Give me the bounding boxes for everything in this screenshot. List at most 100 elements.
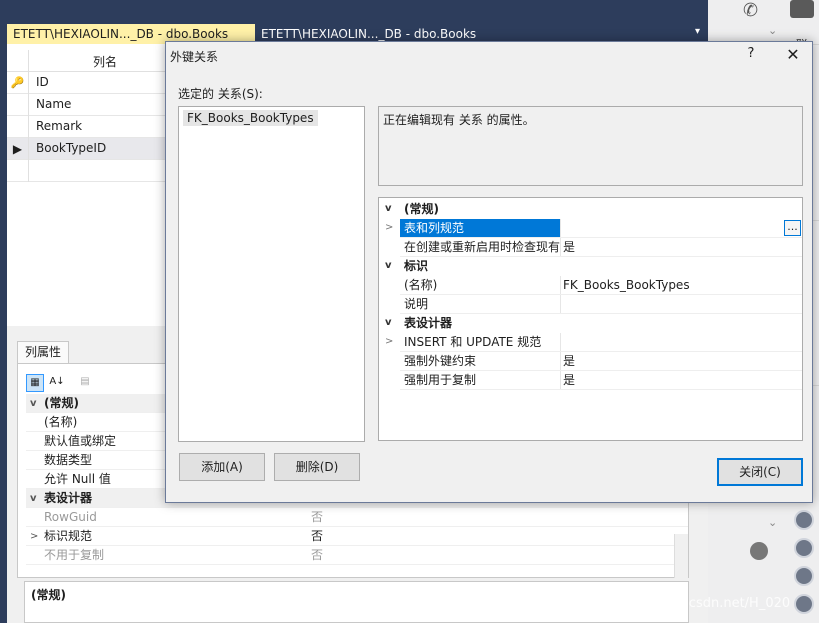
property-label: 在创建或重新启用时检查现有 — [404, 240, 561, 254]
property-value[interactable]: FK_Books_BookTypes — [563, 276, 690, 294]
property-pages-icon[interactable]: ▤ — [76, 374, 94, 392]
column-separator — [560, 219, 561, 238]
chevron-down-icon[interactable]: ⌄ — [768, 516, 777, 529]
property-label: 不用于复制 — [44, 548, 105, 562]
property-category-table-designer[interactable]: v 表设计器 — [379, 314, 802, 333]
delete-button[interactable]: 删除(D) — [274, 453, 360, 481]
close-button[interactable]: 关闭(C) — [717, 458, 803, 486]
column-name-header: 列名 — [93, 55, 118, 69]
clock-icon[interactable] — [750, 542, 768, 560]
key-icon: 🔑 — [10, 76, 25, 89]
property-row-description[interactable]: 说明 — [379, 295, 802, 314]
property-row-check-existing[interactable]: 在创建或重新启用时检查现有 是 — [379, 238, 802, 257]
ellipsis-button[interactable]: ... — [784, 220, 801, 236]
collapse-icon[interactable]: v — [385, 200, 397, 218]
property-value[interactable]: 是 — [563, 371, 575, 389]
column-name-cell[interactable]: ID — [36, 75, 49, 89]
row-selector[interactable] — [7, 116, 29, 138]
info-box: 正在编辑现有 关系 的属性。 — [378, 106, 803, 186]
close-icon[interactable]: ✕ — [783, 45, 803, 64]
property-label: RowGuid — [44, 510, 97, 524]
row-selector[interactable]: 🔑 — [7, 72, 29, 94]
property-label: INSERT 和 UPDATE 规范 — [404, 335, 542, 349]
property-value: 否 — [311, 529, 324, 543]
column-separator — [560, 371, 561, 390]
property-label: (名称) — [404, 278, 438, 292]
collapse-icon[interactable]: v — [30, 489, 42, 508]
avatar[interactable] — [794, 594, 814, 614]
tab-column-properties[interactable]: 列属性 — [17, 341, 69, 363]
expand-icon[interactable]: > — [30, 527, 42, 546]
row-line — [400, 389, 802, 390]
grid-header: 列名 — [7, 50, 167, 72]
property-label: (名称) — [44, 415, 78, 429]
column-separator — [560, 295, 561, 314]
collapse-icon[interactable]: v — [385, 257, 397, 275]
property-label: 标识规范 — [44, 529, 93, 543]
info-text: 正在编辑现有 关系 的属性。 — [383, 113, 535, 127]
property-row-tables-and-columns[interactable]: > 表和列规范 ... — [379, 219, 802, 238]
property-value: 否 — [311, 510, 324, 524]
property-label: 默认值或绑定 — [44, 434, 117, 448]
property-category-general[interactable]: v (常规) — [379, 200, 802, 219]
property-label: (常规) — [44, 396, 79, 410]
avatar[interactable] — [794, 538, 814, 558]
categorized-view-icon[interactable]: ▦ — [26, 374, 44, 392]
foreign-key-relationships-dialog: 外键关系 ? ✕ 选定的 关系(S): FK_Books_BookTypes 正… — [165, 41, 813, 503]
help-icon[interactable]: ? — [743, 46, 759, 61]
property-row-enforce-fk[interactable]: 强制外键约束 是 — [379, 352, 802, 371]
row-selector[interactable] — [7, 160, 29, 182]
row-selector[interactable] — [7, 94, 29, 116]
property-label: 强制用于复制 — [404, 373, 477, 387]
table-row[interactable]: Name — [7, 94, 167, 116]
column-name-cell[interactable]: Name — [36, 97, 71, 111]
property-label: 标识 — [404, 259, 429, 273]
property-label: 说明 — [404, 297, 429, 311]
avatar[interactable] — [794, 510, 814, 530]
property-row-name[interactable]: (名称) FK_Books_BookTypes — [379, 276, 802, 295]
table-row[interactable] — [7, 160, 167, 182]
expand-icon[interactable]: > — [385, 333, 397, 351]
property-row-rowguid[interactable]: RowGuid 否 — [26, 508, 688, 527]
property-label: 数据类型 — [44, 453, 93, 467]
property-row-enforce-replication[interactable]: 强制用于复制 是 — [379, 371, 802, 390]
property-label: 强制外键约束 — [404, 354, 477, 368]
property-value[interactable]: 是 — [563, 352, 575, 370]
property-category-identity[interactable]: v 标识 — [379, 257, 802, 276]
grid-corner — [7, 50, 29, 72]
column-name-cell[interactable]: BookTypeID — [36, 141, 106, 155]
table-row[interactable]: ▶ BookTypeID — [7, 138, 167, 160]
app-icon[interactable] — [790, 0, 814, 18]
property-row-not-for-replication[interactable]: 不用于复制 否 — [26, 546, 688, 565]
dialog-title: 外键关系 — [170, 50, 219, 64]
property-value[interactable]: 是 — [563, 238, 575, 256]
property-label: 表和列规范 — [404, 221, 465, 235]
row-selector[interactable]: ▶ — [7, 138, 29, 160]
selected-relationships-label: 选定的 关系(S): — [178, 87, 263, 101]
expand-icon[interactable]: > — [385, 219, 397, 237]
alphabetical-sort-icon[interactable]: A↓ — [48, 374, 66, 392]
properties-scrollbar[interactable] — [674, 534, 688, 578]
list-item[interactable]: FK_Books_BookTypes — [183, 110, 318, 126]
add-button[interactable]: 添加(A) — [179, 453, 265, 481]
property-label: 表设计器 — [404, 316, 453, 330]
column-separator — [560, 333, 561, 352]
watermark: https://blog.csdn.net/H_020 — [610, 596, 791, 611]
property-value: 否 — [311, 548, 324, 562]
collapse-icon[interactable]: v — [385, 314, 397, 332]
column-name-cell[interactable]: Remark — [36, 119, 82, 133]
relationship-properties-grid: v (常规) > 表和列规范 ... 在创建或重新启用时检查现有 是 v 标识 … — [378, 197, 803, 441]
property-description-box: (常规) — [24, 581, 689, 623]
avatar[interactable] — [794, 566, 814, 586]
collapse-icon[interactable]: v — [30, 394, 42, 413]
phone-icon[interactable]: ✆ — [743, 0, 758, 21]
table-row[interactable]: 🔑 ID — [7, 72, 167, 94]
chevron-down-icon[interactable]: ⌄ — [768, 24, 777, 37]
property-label: 允许 Null 值 — [44, 472, 111, 486]
column-separator — [560, 352, 561, 371]
property-row-insert-update[interactable]: > INSERT 和 UPDATE 规范 — [379, 333, 802, 352]
property-row-identity[interactable]: > 标识规范 否 — [26, 527, 688, 546]
tab-overflow-menu-icon[interactable]: ▾ — [695, 26, 700, 37]
relationships-list[interactable]: FK_Books_BookTypes — [178, 106, 365, 442]
table-row[interactable]: Remark — [7, 116, 167, 138]
